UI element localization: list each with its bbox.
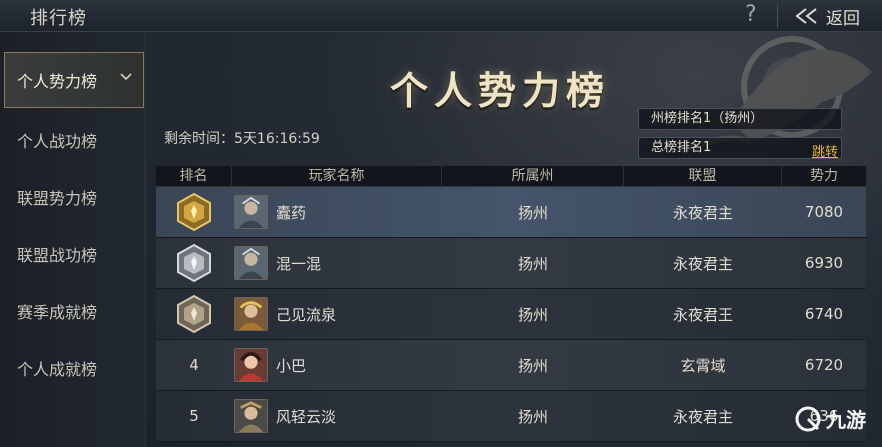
help-icon[interactable]: ?	[745, 2, 757, 27]
watermark-logo: 九游	[794, 404, 866, 433]
player-cell: 己见流泉	[232, 297, 442, 331]
top-bar: 排行榜 ? 返回	[0, 0, 882, 32]
rank-cell: 4	[189, 356, 199, 374]
rank-cell	[156, 192, 232, 232]
ranking-table: 排名 玩家名称 所属州 联盟 势力 蠹药 扬州 永夜君主 7080 混一混 扬州…	[156, 166, 866, 442]
state-cell: 扬州	[517, 356, 548, 375]
column-header-power: 势力	[810, 168, 838, 184]
alliance-cell: 永夜君主	[672, 254, 733, 273]
alliance-cell: 永夜君主	[672, 407, 733, 426]
player-name: 混一混	[276, 254, 322, 273]
player-cell: 小巴	[232, 348, 442, 382]
chevron-down-icon	[120, 73, 132, 81]
alliance-cell: 永夜君主	[672, 203, 733, 222]
sidebar-item-alliance-power[interactable]: 联盟势力榜	[0, 169, 146, 225]
back-arrow-icon	[795, 8, 817, 24]
column-header-alliance: 联盟	[624, 166, 782, 186]
column-header-state: 所属州	[442, 166, 624, 186]
nine-game-logo-icon	[795, 406, 821, 431]
ranking-title: 个人势力榜	[390, 68, 611, 113]
sidebar-item-personal-merit[interactable]: 个人战功榜	[0, 112, 146, 168]
avatar	[234, 195, 268, 229]
avatar	[234, 297, 268, 331]
table-row[interactable]: 己见流泉 扬州 永夜君王 6740	[156, 289, 866, 340]
power-cell: 6930	[804, 254, 844, 272]
rank-cell	[156, 243, 232, 283]
sidebar-item-label: 个人战功榜	[17, 132, 98, 151]
player-cell: 蠹药	[232, 195, 442, 229]
player-name: 小巴	[276, 356, 307, 375]
player-cell: 风轻云淡	[232, 399, 442, 433]
sidebar-item-season-achievement[interactable]: 赛季成就榜	[0, 283, 146, 339]
state-cell: 扬州	[517, 305, 548, 324]
divider	[777, 4, 778, 28]
power-cell: 7080	[804, 203, 844, 221]
sidebar-item-alliance-merit[interactable]: 联盟战功榜	[0, 226, 146, 282]
table-row[interactable]: 混一混 扬州 永夜君主 6930	[156, 238, 866, 289]
sidebar-item-label: 个人成就榜	[17, 360, 98, 379]
back-label: 返回	[826, 8, 860, 29]
avatar	[234, 399, 268, 433]
table-row[interactable]: 5 风轻云淡 扬州 永夜君主 636	[156, 391, 866, 442]
page-title: 排行榜	[30, 8, 87, 29]
player-cell: 混一混	[232, 246, 442, 280]
power-cell: 6740	[804, 305, 844, 323]
column-header-player: 玩家名称	[232, 166, 442, 186]
main-panel: 个人势力榜 剩余时间：5天16:16:59 州榜排名1（扬州） 总榜排名1 跳转…	[146, 32, 882, 447]
rank-cell	[156, 294, 232, 334]
sidebar-item-personal-power[interactable]: 个人势力榜	[4, 52, 144, 108]
avatar	[234, 246, 268, 280]
sidebar: 个人势力榜 个人战功榜 联盟势力榜 联盟战功榜 赛季成就榜 个人成就榜	[0, 32, 146, 447]
alliance-cell: 永夜君王	[672, 305, 733, 324]
player-name: 风轻云淡	[276, 407, 337, 426]
player-name: 己见流泉	[276, 305, 337, 324]
back-button[interactable]: 返回	[794, 4, 878, 29]
bronze-medal-icon	[177, 294, 211, 334]
alliance-cell: 玄霄域	[680, 356, 726, 375]
sidebar-item-label: 联盟战功榜	[17, 246, 98, 265]
sidebar-item-personal-achievement[interactable]: 个人成就榜	[0, 340, 146, 396]
table-row[interactable]: 蠹药 扬州 永夜君主 7080	[156, 187, 866, 238]
power-cell: 6720	[804, 356, 844, 374]
sidebar-item-label: 赛季成就榜	[17, 303, 98, 322]
rank-cell: 5	[189, 407, 199, 425]
table-header: 排名 玩家名称 所属州 联盟 势力	[156, 166, 866, 187]
sidebar-item-label: 个人势力榜	[17, 72, 98, 91]
state-cell: 扬州	[517, 254, 548, 273]
countdown-text: 剩余时间：5天16:16:59	[164, 131, 320, 147]
silver-medal-icon	[177, 243, 211, 283]
table-row[interactable]: 4 小巴 扬州 玄霄域 6720	[156, 340, 866, 391]
watermark-text: 九游	[826, 408, 866, 432]
gold-medal-icon	[177, 192, 211, 232]
state-rank-box: 州榜排名1（扬州）	[638, 108, 842, 130]
sidebar-item-label: 联盟势力榜	[17, 189, 98, 208]
player-name: 蠹药	[276, 203, 307, 222]
column-header-rank: 排名	[156, 166, 232, 186]
avatar	[234, 348, 268, 382]
state-cell: 扬州	[517, 203, 548, 222]
jump-link[interactable]: 跳转	[812, 141, 838, 160]
state-cell: 扬州	[517, 407, 548, 426]
